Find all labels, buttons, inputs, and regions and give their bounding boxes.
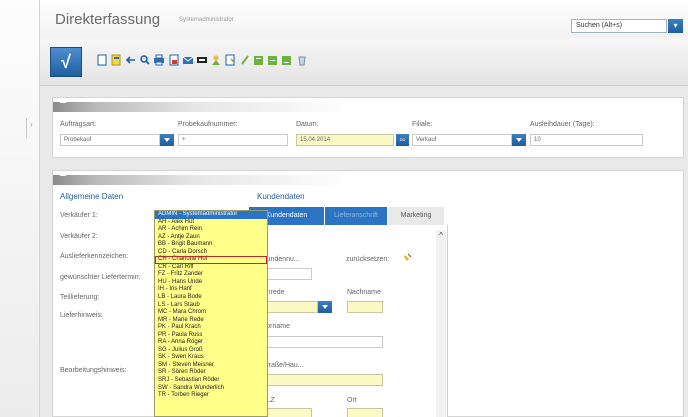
filiale-dropdown-button[interactable]	[512, 134, 526, 146]
calendar-icon[interactable]: DD	[396, 134, 409, 146]
verkaeufer-dropdown-list[interactable]: ADMIN - Systemadministrator AH - Alex Hu…	[154, 210, 268, 417]
datum-label: Datum:	[296, 121, 319, 128]
print-icon[interactable]	[153, 54, 165, 66]
collapse-icon[interactable]	[60, 102, 66, 103]
ort-label: Ort	[347, 397, 357, 404]
report-icon[interactable]	[253, 54, 265, 66]
dropdown-option[interactable]: TR - Torben Rieger	[155, 392, 267, 400]
dropdown-option[interactable]: AZ - Antje Zaun	[155, 234, 267, 242]
report-icon[interactable]	[267, 54, 279, 66]
home-button[interactable]: √	[50, 47, 82, 77]
kundendaten-heading: Kundendaten	[257, 192, 305, 201]
tab-lieferanschrift[interactable]: Lieferanschrift	[325, 207, 387, 225]
dropdown-option[interactable]: IH - Iris Hanf	[155, 286, 267, 294]
dropdown-option[interactable]: LB - Laura Bode	[155, 294, 267, 302]
teillieferung-label: Teillieferung:	[60, 294, 100, 301]
anrede-dropdown-button[interactable]	[318, 301, 332, 313]
plz-input[interactable]	[262, 408, 312, 417]
ausleihdauer-input[interactable]: 10	[530, 134, 643, 146]
dropdown-option[interactable]: MR - Marie Rede	[155, 317, 267, 325]
signature-icon[interactable]	[196, 54, 208, 66]
current-user: Systemadministrator	[179, 17, 234, 23]
dropdown-option[interactable]: SM - Steven Meisner	[155, 362, 267, 370]
verkaeufer1-label: Verkäufer 1:	[60, 212, 98, 219]
scroll-up-icon[interactable]: ^	[436, 230, 446, 242]
dropdown-option[interactable]: CD - Carla Dorsch	[155, 249, 267, 257]
customer-panel	[248, 225, 448, 417]
dropdown-option[interactable]: LS - Lars Staub	[155, 302, 267, 310]
ort-input[interactable]	[347, 408, 383, 417]
anrede-select[interactable]	[262, 301, 318, 313]
dropdown-option[interactable]: PR - Paula Russ	[155, 332, 267, 340]
zuruecksetzen-label: zurücksetzen:	[346, 256, 390, 263]
scrollbar[interactable]	[436, 230, 446, 417]
left-rail: ›	[0, 0, 40, 417]
toolbar: √	[40, 38, 688, 86]
pdf-icon[interactable]	[168, 54, 180, 66]
tab-marketing[interactable]: Marketing	[388, 207, 444, 225]
back-icon[interactable]	[125, 54, 137, 66]
page-title: Direkterfassung	[55, 11, 161, 28]
reset-icon[interactable]	[403, 252, 413, 262]
nachname-input[interactable]	[347, 301, 383, 313]
ausleihdauer-label: Ausleihdauer (Tage):	[530, 121, 595, 128]
probekaufnummer-input[interactable]: +	[178, 134, 288, 146]
dropdown-option[interactable]: MC - Mara Chrom	[155, 309, 267, 317]
refresh-icon[interactable]	[224, 54, 236, 66]
expand-arrow-icon[interactable]: ›	[30, 120, 33, 129]
allgemeine-daten-heading: Allgemeine Daten	[60, 192, 124, 201]
datum-input[interactable]: 15.04.2014	[296, 134, 394, 146]
dropdown-option[interactable]: SK - Swen Kraus	[155, 354, 267, 362]
report-icon[interactable]	[239, 54, 251, 66]
app-header: Direkterfassung Systemadministrator Such…	[40, 0, 688, 38]
dropdown-option[interactable]: SW - Sandra Wunderlich	[155, 385, 267, 393]
search-input[interactable]: Suchen (Alt+s)	[571, 19, 667, 33]
edit-icon[interactable]	[110, 54, 122, 66]
dropdown-option[interactable]: CR - Carl Riff	[155, 264, 267, 272]
auftragsart-label: Auftragsart:	[60, 121, 97, 128]
dropdown-option[interactable]: BB - Brigit Baumann	[155, 241, 267, 249]
search-icon[interactable]	[139, 54, 151, 66]
verkaeufer2-label: Verkäufer 2:	[60, 233, 98, 240]
rail-divider	[26, 118, 27, 138]
nachname-label: Nachname	[347, 289, 381, 296]
export-icon[interactable]	[210, 54, 222, 66]
auftragsart-select[interactable]: Probekauf	[60, 134, 160, 146]
probekaufnummer-label: Probekaufnummer:	[178, 121, 238, 128]
strasse-input[interactable]	[262, 374, 383, 386]
delete-icon[interactable]	[296, 54, 308, 66]
dropdown-option[interactable]: SG - Julius Groß	[155, 347, 267, 355]
lieferhinweis-label: Lieferhinweis:	[60, 312, 103, 319]
dropdown-option[interactable]: FZ - Fritz Zander	[155, 271, 267, 279]
dropdown-option[interactable]: AR - Achim Rein	[155, 226, 267, 234]
vorname-input[interactable]	[262, 336, 383, 348]
dropdown-option[interactable]: PK - Paul Krach	[155, 324, 267, 332]
auftragsart-dropdown-button[interactable]	[160, 134, 174, 146]
liefertermin-label: gewünschter Liefertermin:	[60, 274, 141, 281]
filiale-select[interactable]: Verkauf	[412, 134, 512, 146]
strasse-label: Straße/Hau...	[262, 362, 304, 369]
dropdown-option[interactable]: RA - Anna Röger	[155, 339, 267, 347]
new-document-icon[interactable]	[96, 54, 108, 66]
section-header[interactable]	[53, 175, 683, 185]
section-header[interactable]	[53, 102, 683, 112]
dropdown-option[interactable]: AH - Alex Hut	[155, 219, 267, 227]
kundennummer-input[interactable]	[262, 268, 312, 280]
dropdown-option[interactable]: SR - Sören Röder	[155, 369, 267, 377]
report-icon[interactable]	[281, 54, 293, 66]
bearbeitungshinweis-label: Bearbeitungshinweis:	[60, 367, 127, 374]
filiale-label: Filiale:	[412, 121, 433, 128]
collapse-icon[interactable]	[60, 175, 66, 176]
auslieferkennzeichen-label: Auslieferkennzeichen:	[60, 253, 129, 260]
dropdown-option-highlighted[interactable]: CH - Charlotte Hof	[155, 256, 267, 264]
dropdown-option[interactable]: HU - Hans Unde	[155, 279, 267, 287]
email-icon[interactable]	[182, 54, 194, 66]
dropdown-option[interactable]: ADMIN - Systemadministrator	[155, 211, 267, 219]
dropdown-option[interactable]: SRJ - Sebastian Röder	[155, 377, 267, 385]
search-dropdown-button[interactable]: ▾	[668, 19, 683, 33]
